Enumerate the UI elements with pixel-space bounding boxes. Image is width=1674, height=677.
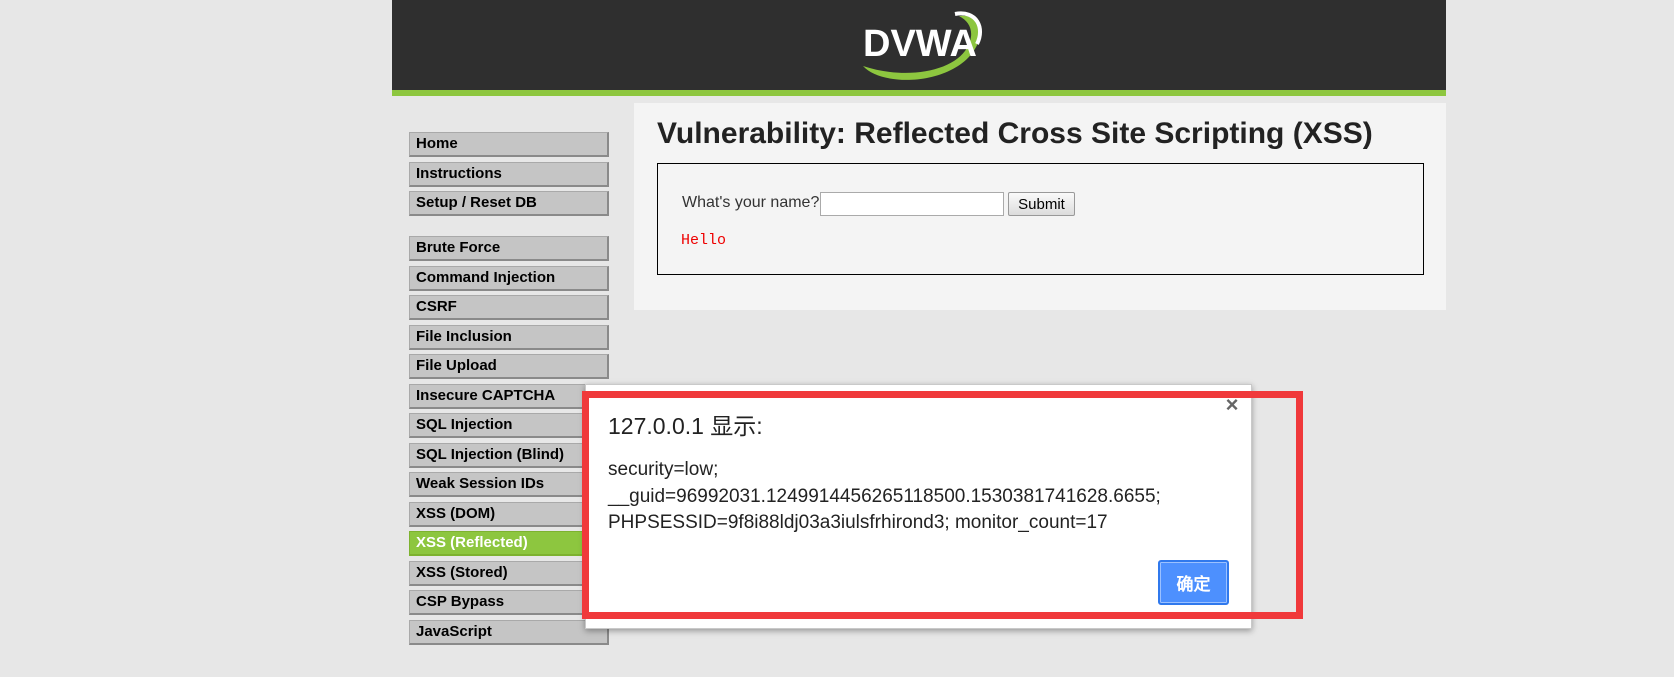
sidebar-item-csrf[interactable]: CSRF <box>409 295 609 320</box>
close-icon[interactable]: × <box>1222 394 1242 416</box>
menu-block-vulnerabilities: Brute Force Command Injection CSRF File Inc… <box>409 236 609 645</box>
name-input[interactable] <box>820 192 1004 216</box>
sidebar-item-home[interactable]: Home <box>409 132 609 157</box>
sidebar-item-setup-reset-db[interactable]: Setup / Reset DB <box>409 191 609 216</box>
dialog-message: security=low; __guid=96992031.1249914456… <box>608 457 1228 537</box>
submit-button[interactable]: Submit <box>1008 192 1075 216</box>
dialog-message-line: __guid=96992031.1249914456265118500.1530… <box>608 485 1161 507</box>
sidebar-item-file-upload[interactable]: File Upload <box>409 354 609 379</box>
dvwa-logo: DVWA <box>855 10 985 86</box>
dialog-message-line: security=low; <box>608 459 719 480</box>
sidebar-item-xss-stored[interactable]: XSS (Stored) <box>409 560 609 586</box>
menu-block-main: Home Instructions Setup / Reset DB <box>409 132 609 216</box>
dialog-message-line: PHPSESSID=9f8i88ldj03a3iulsfrhirond3; mo… <box>608 512 1108 533</box>
sidebar-item-csp-bypass[interactable]: CSP Bypass <box>409 590 609 615</box>
ok-button[interactable]: 确定 <box>1158 560 1229 605</box>
sidebar-item-instructions[interactable]: Instructions <box>409 161 609 187</box>
name-label: What's your name? <box>682 194 820 211</box>
sidebar-item-xss-reflected[interactable]: XSS (Reflected) <box>409 531 609 556</box>
header: DVWA <box>392 0 1446 96</box>
sidebar-item-file-inclusion[interactable]: File Inclusion <box>409 324 609 350</box>
page-title: Vulnerability: Reflected Cross Site Scri… <box>657 117 1373 150</box>
alert-dialog: 127.0.0.1 显示: × security=low; __guid=969… <box>585 384 1252 629</box>
sidebar-item-sql-injection[interactable]: SQL Injection <box>409 413 609 438</box>
sidebar-item-xss-dom[interactable]: XSS (DOM) <box>409 501 609 527</box>
dialog-title: 127.0.0.1 显示: <box>608 413 763 439</box>
vulnerable-code-area: What's your name? Submit Hello <box>657 163 1424 275</box>
sidebar-item-sql-injection-blind[interactable]: SQL Injection (Blind) <box>409 442 609 468</box>
sidebar-item-javascript[interactable]: JavaScript <box>409 619 609 645</box>
sidebar-item-brute-force[interactable]: Brute Force <box>409 236 609 261</box>
output-text: Hello <box>681 232 727 249</box>
sidebar-item-insecure-captcha[interactable]: Insecure CAPTCHA <box>409 383 609 409</box>
sidebar-item-weak-session-ids[interactable]: Weak Session IDs <box>409 472 609 497</box>
logo-text: DVWA <box>863 23 977 65</box>
main-body: Vulnerability: Reflected Cross Site Scri… <box>634 103 1446 310</box>
sidebar-item-command-injection[interactable]: Command Injection <box>409 265 609 291</box>
sidebar-menu: Home Instructions Setup / Reset DB Brute F… <box>409 132 609 665</box>
